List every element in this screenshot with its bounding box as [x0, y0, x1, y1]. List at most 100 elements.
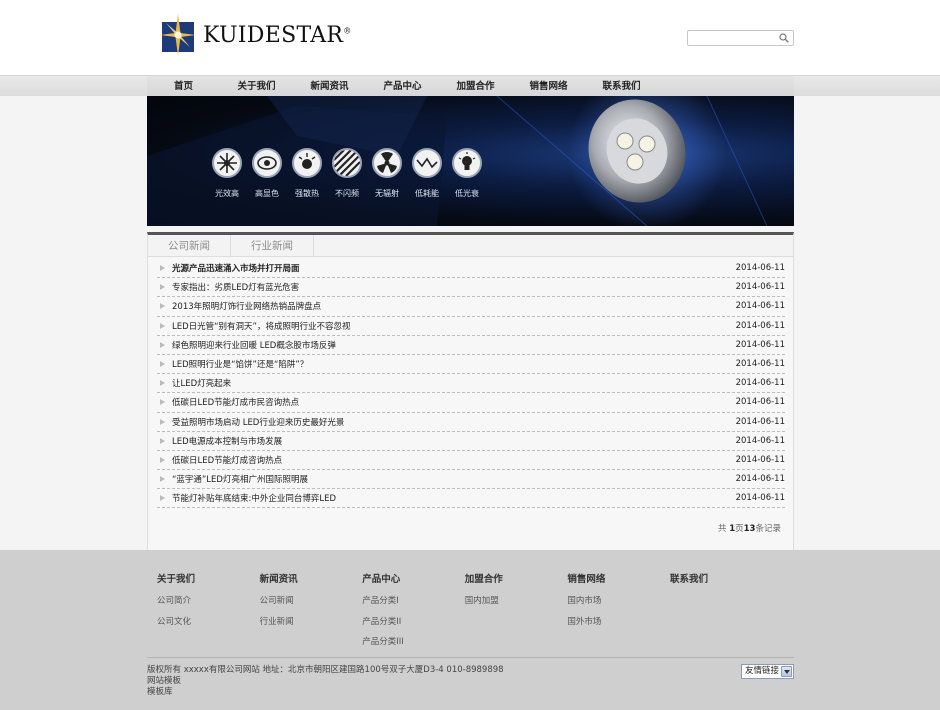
footer-link[interactable]: 公司文化 — [157, 615, 260, 627]
feature-label: 高显色 — [255, 189, 279, 198]
nav-franchise[interactable]: 加盟合作 — [439, 76, 512, 97]
nav-bar: 首页 关于我们 新闻资讯 产品中心 加盟合作 销售网络 联系我们 — [0, 75, 940, 97]
footer-link[interactable]: 行业新闻 — [260, 615, 363, 627]
footer-col-title[interactable]: 新闻资讯 — [260, 571, 363, 585]
footer-link[interactable]: 公司新闻 — [260, 594, 363, 606]
news-title[interactable]: 受益照明市场启动 LED行业迎来历史最好光景 — [172, 416, 736, 428]
news-title[interactable]: LED电源成本控制与市场发展 — [172, 435, 736, 447]
triangle-bullet-icon — [160, 399, 165, 406]
pager-suffix: 条记录 — [755, 524, 781, 534]
news-date: 2014-06-11 — [735, 282, 785, 293]
sun-icon — [212, 148, 242, 178]
news-date: 2014-06-11 — [735, 397, 785, 408]
news-title[interactable]: 低碳日LED节能灯成咨询热点 — [172, 454, 736, 466]
news-title[interactable]: 节能灯补贴年底结束:中外企业同台博弈LED — [172, 492, 736, 504]
friend-links-select[interactable]: 友情链接 — [741, 664, 794, 679]
search-input[interactable] — [688, 31, 776, 45]
footer-link[interactable]: 产品分类II — [362, 615, 465, 627]
nav-contact[interactable]: 联系我们 — [585, 76, 658, 97]
news-date: 2014-06-11 — [735, 359, 785, 370]
triangle-bullet-icon — [160, 341, 165, 348]
bulb-burst-icon — [292, 148, 322, 178]
news-title[interactable]: 低碳日LED节能灯成市民咨询热点 — [172, 396, 736, 408]
feature-high-efficiency: 光效高 — [207, 148, 247, 199]
select-value: 友情链接 — [745, 666, 780, 676]
eye-icon — [252, 148, 282, 178]
nav-home[interactable]: 首页 — [147, 76, 220, 97]
triangle-bullet-icon — [160, 418, 165, 425]
stripes-icon — [332, 148, 362, 178]
feature-no-radiation: 无辐射 — [367, 148, 407, 199]
feature-high-cri: 高显色 — [247, 148, 287, 199]
footer-divider — [147, 657, 794, 658]
chevron-down-icon[interactable] — [781, 666, 792, 677]
nav-sales-network[interactable]: 销售网络 — [512, 76, 585, 97]
list-item[interactable]: 受益照明市场启动 LED行业迎来历史最好光景 2014-06-11 — [157, 413, 785, 432]
news-date: 2014-06-11 — [735, 320, 785, 331]
tab-company-news[interactable]: 公司新闻 — [148, 235, 231, 256]
news-title[interactable]: LED照明行业是“馅饼”还是“陷阱”？ — [172, 358, 736, 370]
nav-news[interactable]: 新闻资讯 — [293, 76, 366, 97]
news-title[interactable]: “蓝宇通”LED灯亮相广州国际照明展 — [172, 473, 736, 485]
pager-record-count: 13 — [743, 524, 756, 534]
brand-text: KUIDESTAR — [203, 22, 344, 48]
footer-link[interactable]: 国内加盟 — [465, 594, 568, 606]
brand-name: KUIDESTAR® — [203, 23, 352, 48]
footer-col-about: 关于我们 公司简介 公司文化 — [157, 571, 260, 656]
list-item[interactable]: 节能灯补贴年底结束:中外企业同台博弈LED 2014-06-11 — [157, 489, 785, 509]
copyright: 版权所有 xxxxx有限公司网站 地址：北京市朝阳区建国路100号双子大厦D3-… — [147, 665, 504, 698]
feature-label: 低光衰 — [455, 189, 479, 198]
list-item[interactable]: 专家指出：劣质LED灯有蓝光危害 2014-06-11 — [157, 278, 785, 298]
feature-low-energy: 低耗能 — [407, 148, 447, 199]
nav-products[interactable]: 产品中心 — [366, 76, 439, 97]
triangle-bullet-icon — [160, 322, 165, 329]
search-icon[interactable] — [779, 33, 789, 43]
triangle-bullet-icon — [160, 476, 165, 483]
nav-about[interactable]: 关于我们 — [220, 76, 293, 97]
triangle-bullet-icon — [160, 456, 165, 463]
list-item[interactable]: 让LED灯亮起来 2014-06-11 — [157, 374, 785, 394]
footer-col-title[interactable]: 销售网络 — [567, 571, 670, 585]
news-title[interactable]: LED日光管“别有洞天”，将成照明行业不容忽视 — [172, 320, 736, 332]
footer-col-title[interactable]: 关于我们 — [157, 571, 260, 585]
list-item[interactable]: LED电源成本控制与市场发展 2014-06-11 — [157, 432, 785, 451]
footer-col-franchise: 加盟合作 国内加盟 — [465, 571, 568, 656]
list-item[interactable]: LED照明行业是“馅饼”还是“陷阱”？ 2014-06-11 — [157, 355, 785, 375]
news-date: 2014-06-11 — [735, 493, 785, 504]
list-item[interactable]: 绿色照明迎来行业回暖 LED概念股市场反弹 2014-06-11 — [157, 336, 785, 355]
news-title[interactable]: 专家指出：劣质LED灯有蓝光危害 — [172, 281, 736, 293]
footer-link[interactable]: 国内市场 — [567, 594, 670, 606]
triangle-bullet-icon — [160, 495, 165, 502]
list-item[interactable]: 光源产品迅速涌入市场并打开局面 2014-06-11 — [157, 259, 785, 279]
footer-link[interactable]: 产品分类I — [362, 594, 465, 606]
news-title[interactable]: 2013年照明灯饰行业网络热销品牌盘点 — [172, 300, 736, 312]
list-item[interactable]: LED日光管“别有洞天”，将成照明行业不容忽视 2014-06-11 — [157, 317, 785, 336]
triangle-bullet-icon — [160, 437, 165, 444]
tab-industry-news[interactable]: 行业新闻 — [231, 235, 314, 256]
footer-col-title[interactable]: 产品中心 — [362, 571, 465, 585]
news-date: 2014-06-11 — [735, 454, 785, 465]
triangle-bullet-icon — [160, 380, 165, 387]
footer: 关于我们 公司简介 公司文化 新闻资讯 公司新闻 行业新闻 产品中心 产品分类I… — [0, 550, 940, 710]
footer-link[interactable]: 公司简介 — [157, 594, 260, 606]
footer-link[interactable]: 国外市场 — [567, 615, 670, 627]
logo[interactable]: KUIDESTAR® — [158, 12, 352, 58]
news-title[interactable]: 绿色照明迎来行业回暖 LED概念股市场反弹 — [172, 339, 736, 351]
footer-col-title[interactable]: 联系我们 — [670, 571, 773, 585]
news-title[interactable]: 光源产品迅速涌入市场并打开局面 — [172, 262, 736, 274]
footer-link-template-library[interactable]: 模板库 — [147, 687, 504, 698]
list-item[interactable]: 低碳日LED节能灯成咨询热点 2014-06-11 — [157, 451, 785, 471]
news-date: 2014-06-11 — [735, 301, 785, 312]
feature-label: 不闪频 — [335, 189, 359, 198]
triangle-bullet-icon — [160, 284, 165, 291]
list-item[interactable]: 低碳日LED节能灯成市民咨询热点 2014-06-11 — [157, 393, 785, 413]
search-box[interactable] — [687, 30, 794, 46]
footer-link[interactable]: 产品分类III — [362, 635, 465, 647]
triangle-bullet-icon — [160, 361, 165, 368]
list-item[interactable]: “蓝宇通”LED灯亮相广州国际照明展 2014-06-11 — [157, 470, 785, 490]
list-item[interactable]: 2013年照明灯饰行业网络热销品牌盘点 2014-06-11 — [157, 297, 785, 317]
news-title[interactable]: 让LED灯亮起来 — [172, 377, 736, 389]
footer-link-site-template[interactable]: 网站模板 — [147, 676, 504, 687]
feature-label: 强散热 — [295, 189, 319, 198]
footer-col-title[interactable]: 加盟合作 — [465, 571, 568, 585]
